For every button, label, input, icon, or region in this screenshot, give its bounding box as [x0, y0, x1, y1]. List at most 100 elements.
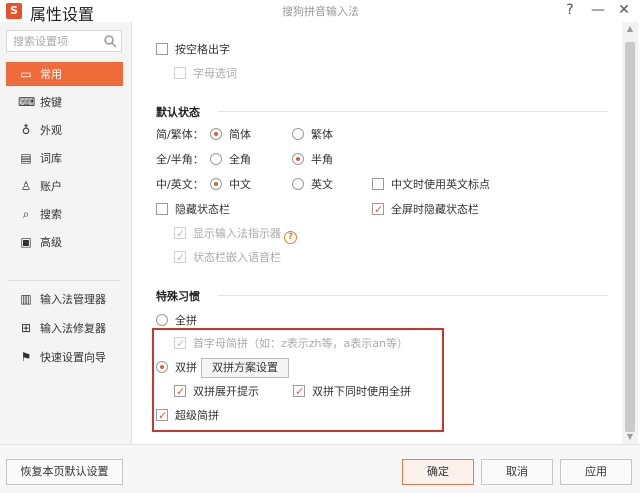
letter-select-checkbox[interactable]	[174, 67, 186, 79]
option-label: 中文	[229, 178, 251, 191]
sidebar: ▭ 常用 ⌨ 按键 ♁ 外观 ▤ 词库 ♙ 账户 ⌕ 搜索 ▣ 高级 ▥ 输入法管理器 ⊞ 输入法…	[0, 22, 132, 444]
search-icon[interactable]	[103, 34, 117, 48]
section-title-special-habits: 特殊习惯	[156, 290, 200, 303]
sidebar-item-search[interactable]: ⌕ 搜索	[6, 202, 123, 226]
sidebar-item-label: 输入法修复器	[40, 322, 106, 335]
scrollbar[interactable]: ▲ ▼	[622, 22, 638, 444]
repair-icon: ⊞	[20, 321, 32, 335]
scroll-down-icon[interactable]: ▼	[625, 432, 635, 442]
book-icon: ▤	[20, 151, 32, 165]
space-output-checkbox[interactable]	[156, 43, 168, 55]
letter-select-option[interactable]: 字母选词	[174, 65, 237, 83]
sidebar-item-label: 账户	[40, 180, 62, 193]
simplified-radio-option[interactable]: 简体	[210, 126, 251, 144]
manager-icon: ▥	[20, 292, 32, 306]
embed-voice-checkbox[interactable]	[174, 249, 186, 267]
sidebar-tool-manager[interactable]: ▥ 输入法管理器	[6, 287, 123, 311]
option-label: 中文时使用英文标点	[391, 178, 490, 191]
sidebar-item-advanced[interactable]: ▣ 高级	[6, 230, 123, 254]
sidebar-item-dictionary[interactable]: ▤ 词库	[6, 146, 123, 170]
sidebar-item-label: 搜索	[40, 208, 62, 221]
option-label: 显示输入法指示器	[193, 227, 281, 240]
english-radio-option[interactable]: 英文	[292, 176, 333, 194]
flag-icon: ⚑	[20, 350, 32, 364]
option-label: 字母选词	[193, 67, 237, 80]
search-icon: ⌕	[22, 207, 30, 221]
show-indicator-checkbox[interactable]	[174, 225, 186, 243]
sidebar-item-account[interactable]: ♙ 账户	[6, 174, 123, 198]
section-divider	[218, 295, 608, 296]
option-label: 隐藏状态栏	[175, 203, 230, 216]
sidebar-item-label: 输入法管理器	[40, 293, 106, 306]
help-button[interactable]: ?	[560, 1, 580, 19]
option-label: 全屏时隐藏状态栏	[391, 203, 479, 216]
space-output-option[interactable]: 按空格出字	[156, 41, 230, 59]
search-input[interactable]	[7, 31, 101, 51]
scroll-up-icon[interactable]: ▲	[625, 24, 635, 34]
option-label: 英文	[311, 178, 333, 191]
restore-default-button[interactable]: 恢复本页默认设置	[6, 459, 123, 485]
option-label: 半角	[311, 153, 333, 166]
cancel-button[interactable]: 取消	[481, 459, 553, 485]
sidebar-item-label: 常用	[40, 68, 62, 81]
sidebar-item-label: 高级	[40, 236, 62, 249]
sogou-logo-icon: S	[6, 3, 22, 19]
traditional-radio-option[interactable]: 繁体	[292, 126, 333, 144]
english-radio[interactable]	[292, 178, 304, 190]
keyboard-icon: ⌨	[18, 95, 36, 109]
traditional-radio[interactable]	[292, 128, 304, 140]
fullscreen-hide-checkbox[interactable]	[372, 201, 384, 219]
hide-status-bar-checkbox[interactable]	[156, 203, 168, 215]
fullwidth-radio-option[interactable]: 全角	[210, 151, 251, 169]
halfwidth-radio[interactable]	[292, 153, 304, 165]
sidebar-item-keys[interactable]: ⌨ 按键	[6, 90, 123, 114]
option-label: 简体	[229, 128, 251, 141]
close-button[interactable]: ✕	[614, 1, 634, 19]
help-circle-icon[interactable]: ?	[284, 231, 297, 244]
lang-label: 中/英文：	[156, 178, 204, 191]
full-pinyin-radio[interactable]	[156, 314, 168, 326]
embed-voice-option[interactable]: 状态栏嵌入语音栏	[174, 249, 281, 267]
search-box	[6, 30, 122, 52]
option-label: 全角	[229, 153, 251, 166]
minimize-button[interactable]: —	[588, 1, 608, 19]
sidebar-item-label: 按键	[40, 96, 62, 109]
option-label: 按空格出字	[175, 43, 230, 56]
highlight-box	[152, 328, 444, 432]
halfwidth-radio-option[interactable]: 半角	[292, 151, 333, 169]
sidebar-item-label: 快速设置向导	[40, 351, 106, 364]
sidebar-tool-repair[interactable]: ⊞ 输入法修复器	[6, 316, 123, 340]
option-label: 状态栏嵌入语音栏	[193, 251, 281, 264]
simp-trad-label: 简/繁体：	[156, 128, 204, 141]
option-label: 繁体	[311, 128, 333, 141]
sidebar-item-common[interactable]: ▭ 常用	[6, 62, 123, 86]
advanced-icon: ▣	[20, 235, 32, 249]
fullwidth-radio[interactable]	[210, 153, 222, 165]
footer-bar: 恢复本页默认设置 确定 取消 应用	[0, 444, 640, 493]
user-icon: ♙	[20, 179, 32, 193]
chinese-radio-option[interactable]: 中文	[210, 176, 251, 194]
sidebar-item-label: 词库	[40, 152, 62, 165]
sidebar-divider	[8, 280, 120, 281]
width-label: 全/半角：	[156, 153, 204, 166]
apply-button[interactable]: 应用	[560, 459, 632, 485]
section-title-default-state: 默认状态	[156, 106, 200, 119]
sidebar-item-label: 外观	[40, 124, 62, 137]
cn-english-punct-checkbox[interactable]	[372, 178, 384, 190]
section-divider	[218, 111, 608, 112]
monitor-icon: ▭	[20, 67, 32, 81]
shirt-icon: ♁	[21, 123, 31, 137]
sidebar-item-appearance[interactable]: ♁ 外观	[6, 118, 123, 142]
fullscreen-hide-option[interactable]: 全屏时隐藏状态栏	[372, 201, 479, 219]
window-caption: 搜狗拼音输入法	[282, 5, 359, 18]
simplified-radio[interactable]	[210, 128, 222, 140]
scroll-thumb[interactable]	[625, 42, 635, 432]
sidebar-tool-wizard[interactable]: ⚑ 快速设置向导	[6, 345, 123, 369]
cn-english-punct-option[interactable]: 中文时使用英文标点	[372, 176, 490, 194]
chinese-radio[interactable]	[210, 178, 222, 190]
show-indicator-option[interactable]: 显示输入法指示器?	[174, 225, 297, 244]
ok-button[interactable]: 确定	[402, 459, 474, 485]
title-bar: S 属性设置 搜狗拼音输入法 ? — ✕	[0, 0, 640, 24]
option-label: 全拼	[175, 314, 197, 327]
hide-status-bar-option[interactable]: 隐藏状态栏	[156, 201, 230, 219]
